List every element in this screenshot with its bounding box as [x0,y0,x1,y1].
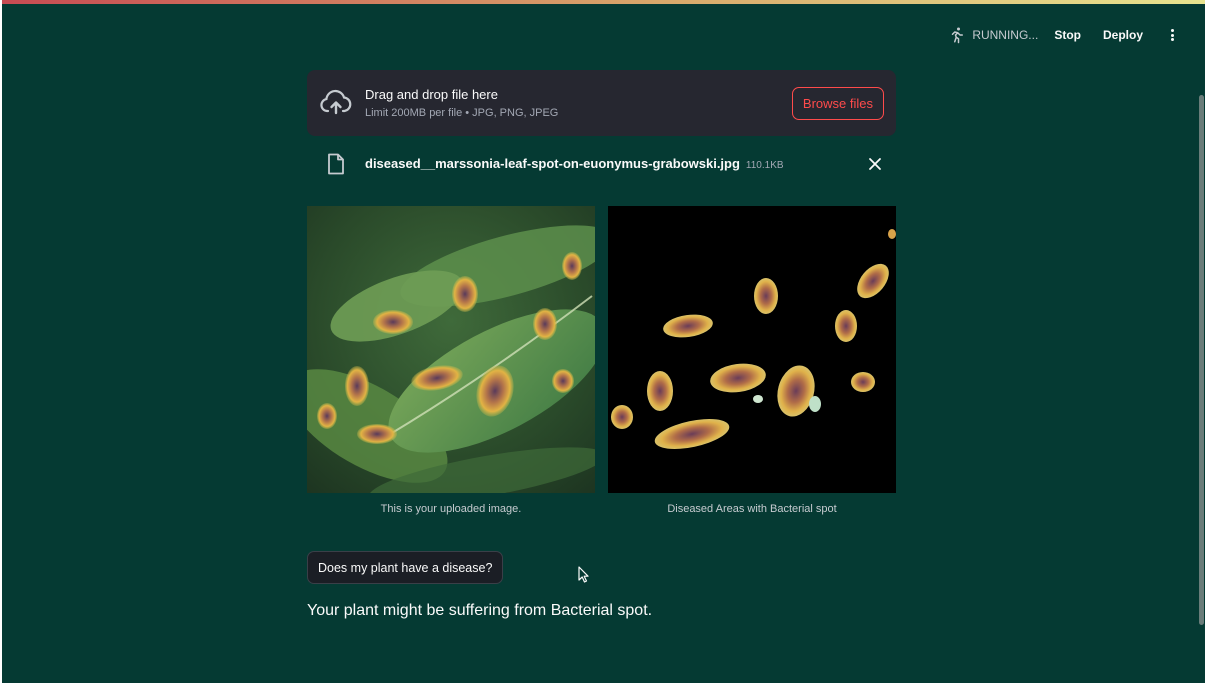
file-icon [328,153,344,175]
browse-files-button[interactable]: Browse files [791,86,884,120]
app-window: RUNNING... Stop Deploy Drag and drop fil… [2,0,1205,683]
file-dropzone[interactable]: Drag and drop file here Limit 200MB per … [307,70,896,136]
image-columns: This is your uploaded image. Diseased Ar… [307,206,896,526]
close-icon[interactable] [868,157,882,171]
running-status-text: RUNNING... [972,28,1039,42]
diseased-areas-image [608,206,896,493]
mouse-pointer-icon [578,566,589,583]
stop-button[interactable]: Stop [1054,28,1081,42]
diseased-mask [608,206,896,493]
file-size: 110.1KB [745,160,784,171]
leaf-photo [307,206,595,493]
dropzone-title: Drag and drop file here [365,87,498,102]
dropzone-limit: Limit 200MB per file • JPG, PNG, JPEG [365,107,559,119]
running-status: RUNNING... [948,26,1038,44]
dropzone-text: Drag and drop file here Limit 200MB per … [365,87,792,119]
file-name-text: diseased__marssonia-leaf-spot-on-euonymu… [365,156,740,171]
diseased-image-caption: Diseased Areas with Bacterial spot [667,503,837,515]
scrollbar[interactable] [1199,95,1204,625]
uploaded-file-row: diseased__marssonia-leaf-spot-on-euonymu… [307,152,896,176]
cloud-upload-icon [320,89,352,115]
uploaded-leaf-image [307,206,595,493]
header-toolbar: RUNNING... Stop Deploy [948,24,1179,46]
check-disease-button[interactable]: Does my plant have a disease? [307,551,504,584]
uploaded-image-caption: This is your uploaded image. [380,503,522,515]
deploy-button[interactable]: Deploy [1103,28,1143,42]
file-name: diseased__marssonia-leaf-spot-on-euonymu… [365,156,784,171]
kebab-menu-icon[interactable] [1165,27,1179,43]
main-content: Drag and drop file here Limit 200MB per … [307,70,896,619]
top-decoration-stripe [2,0,1205,4]
running-figure-icon [952,27,964,44]
diagnosis-result: Your plant might be suffering from Bacte… [307,602,653,619]
